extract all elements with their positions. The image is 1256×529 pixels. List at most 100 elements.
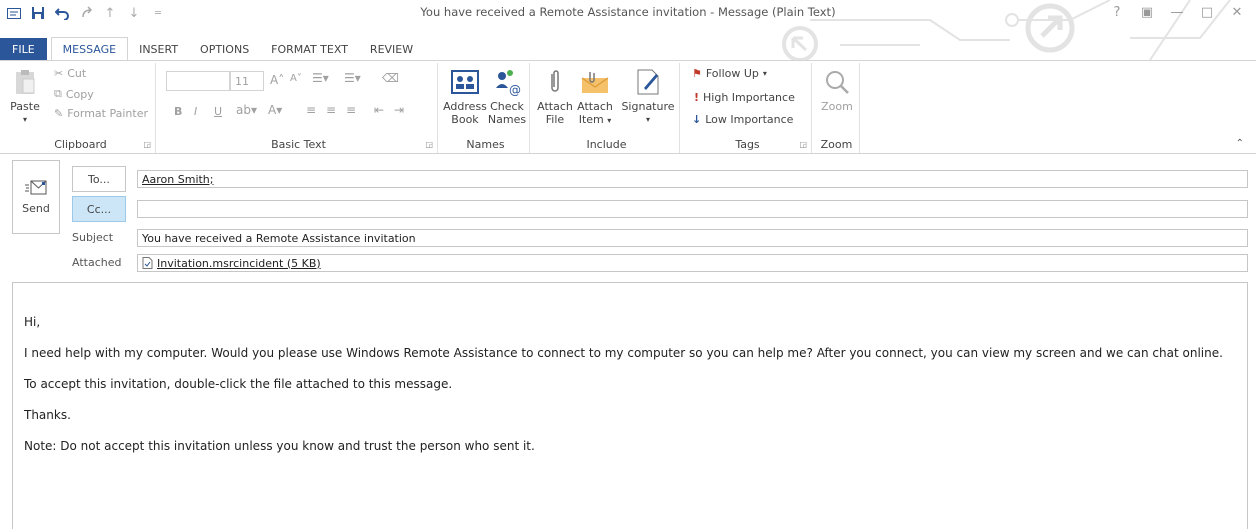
help-icon[interactable]: ?: [1104, 2, 1130, 22]
minimize-icon[interactable]: —: [1164, 2, 1190, 22]
body-thanks: Thanks.: [24, 408, 71, 422]
attach-file-button[interactable]: Attach File: [537, 67, 573, 126]
clear-formatting-icon[interactable]: ⌫: [382, 71, 399, 85]
signature-button[interactable]: Signature ▾: [620, 67, 676, 126]
window-controls: ? ▣ — □ ✕: [1104, 2, 1250, 22]
names-group: Address Book @ Check Names Names: [442, 63, 530, 153]
clipboard-group: Paste ▾ ✂ Cut ⧉ Copy ✎ Format Painter Cl…: [6, 63, 156, 153]
message-header: Send To... Aaron Smith; Cc... Subject Yo…: [0, 160, 1256, 278]
subject-field[interactable]: You have received a Remote Assistance in…: [137, 229, 1248, 247]
to-field[interactable]: Aaron Smith;: [137, 170, 1248, 188]
group-label: Include: [586, 138, 627, 151]
tab-file[interactable]: FILE: [0, 38, 47, 60]
check-names-icon: @: [492, 67, 522, 97]
italic-button[interactable]: I: [194, 105, 197, 118]
cc-field[interactable]: [137, 200, 1248, 218]
subject-label: Subject: [72, 231, 114, 244]
collapse-ribbon-icon[interactable]: ⌃: [1236, 138, 1244, 149]
arrow-down-icon: ↓: [692, 113, 702, 126]
dialog-launcher-icon[interactable]: ◲: [143, 140, 151, 149]
file-icon: [142, 257, 153, 269]
attached-label: Attached: [72, 256, 122, 269]
window-title: You have received a Remote Assistance in…: [420, 5, 836, 19]
font-size-box[interactable]: 11: [230, 71, 264, 91]
address-book-button[interactable]: Address Book: [443, 67, 487, 126]
font-name-box[interactable]: [166, 71, 230, 91]
tab-format-text[interactable]: FORMAT TEXT: [260, 38, 359, 60]
maximize-icon[interactable]: □: [1194, 2, 1220, 22]
paintbrush-icon: ✎: [54, 107, 64, 120]
underline-button[interactable]: U: [214, 105, 222, 118]
paste-button[interactable]: Paste ▾: [10, 67, 40, 126]
clipboard-icon: [10, 67, 40, 97]
bullets-icon[interactable]: ☰▾: [312, 71, 329, 85]
include-group: Attach File Attach Item ▾ Signature ▾ In…: [534, 63, 680, 153]
decrease-indent-icon[interactable]: ⇤: [374, 103, 384, 117]
send-button[interactable]: Send: [12, 160, 60, 234]
close-icon[interactable]: ✕: [1224, 2, 1250, 22]
tags-group: ⚑ Follow Up ▾ ! High Importance ↓ Low Im…: [684, 63, 812, 153]
tab-options[interactable]: OPTIONS: [189, 38, 260, 60]
cc-button[interactable]: Cc...: [72, 196, 126, 222]
group-label: Names: [466, 138, 505, 151]
exclamation-icon: !: [694, 91, 700, 104]
scissors-icon: ✂: [54, 67, 64, 80]
format-painter-button[interactable]: ✎ Format Painter: [54, 107, 148, 120]
attachment-link[interactable]: Invitation.msrcincident (5 KB): [157, 257, 321, 270]
recipient-link[interactable]: Aaron Smith;: [142, 173, 214, 186]
chevron-down-icon: ▾: [645, 115, 650, 124]
align-left-icon[interactable]: ≡: [306, 103, 316, 117]
cut-button[interactable]: ✂ Cut: [54, 67, 86, 80]
shrink-font-button[interactable]: A˅: [290, 73, 302, 84]
ribbon: Paste ▾ ✂ Cut ⧉ Copy ✎ Format Painter Cl…: [0, 60, 1256, 154]
magnifier-icon: [822, 67, 852, 97]
follow-up-button[interactable]: ⚑ Follow Up ▾: [692, 67, 767, 80]
zoom-group: Zoom Zoom: [814, 63, 860, 153]
high-importance-button[interactable]: ! High Importance: [694, 91, 795, 104]
tab-insert[interactable]: INSERT: [128, 38, 189, 60]
group-label: Zoom: [820, 138, 853, 151]
to-button[interactable]: To...: [72, 166, 126, 192]
chevron-down-icon: ▾: [762, 69, 767, 78]
dialog-launcher-icon[interactable]: ◲: [799, 140, 807, 149]
address-book-icon: [450, 67, 480, 97]
align-right-icon[interactable]: ≡: [346, 103, 356, 117]
align-center-icon[interactable]: ≡: [326, 103, 336, 117]
check-names-button[interactable]: @ Check Names: [486, 67, 528, 126]
message-body[interactable]: Hi, I need help with my computer. Would …: [12, 282, 1248, 529]
bold-button[interactable]: B: [174, 105, 182, 118]
basic-text-group: 11 A˄ A˅ ☰▾ ☰▾ ⌫ B I U ab▾ A▾ ≡ ≡ ≡ ⇤ ⇥ …: [160, 63, 438, 153]
grow-font-button[interactable]: A˄: [270, 73, 284, 87]
body-paragraph: I need help with my computer. Would you …: [24, 346, 1223, 360]
tab-review[interactable]: REVIEW: [359, 38, 424, 60]
font-color-icon[interactable]: A▾: [268, 103, 282, 117]
attach-item-button[interactable]: Attach Item ▾: [574, 67, 616, 127]
svg-text:@: @: [509, 83, 521, 96]
chevron-down-icon: ▾: [607, 116, 612, 125]
group-label: Tags: [735, 138, 760, 151]
send-envelope-icon: [25, 180, 47, 194]
increase-indent-icon[interactable]: ⇥: [394, 103, 404, 117]
signature-icon: [633, 67, 663, 97]
chevron-down-icon: ▾: [22, 115, 27, 124]
title-bar: ↑ ↓ ═ You have received a Remote Assista…: [0, 0, 1256, 60]
tab-message[interactable]: MESSAGE: [50, 37, 129, 60]
zoom-button[interactable]: Zoom: [818, 67, 856, 113]
copy-button[interactable]: ⧉ Copy: [54, 87, 94, 101]
flag-icon: ⚑: [692, 67, 702, 80]
copy-icon: ⧉: [54, 87, 62, 100]
attachment-field: Invitation.msrcincident (5 KB): [137, 254, 1248, 272]
envelope-attach-icon: [580, 67, 610, 97]
ribbon-tabs: FILE MESSAGE INSERT OPTIONS FORMAT TEXT …: [0, 37, 1256, 60]
group-label: Basic Text: [271, 138, 326, 151]
numbering-icon[interactable]: ☰▾: [344, 71, 361, 85]
low-importance-button[interactable]: ↓ Low Importance: [692, 113, 793, 126]
ribbon-display-icon[interactable]: ▣: [1134, 2, 1160, 22]
paperclip-icon: [540, 67, 570, 97]
body-greeting: Hi,: [24, 315, 41, 329]
body-note: Note: Do not accept this invitation unle…: [24, 439, 535, 453]
group-label: Clipboard: [54, 138, 107, 151]
body-paragraph: To accept this invitation, double-click …: [24, 377, 453, 391]
highlight-icon[interactable]: ab▾: [236, 103, 257, 117]
dialog-launcher-icon[interactable]: ◲: [425, 140, 433, 149]
